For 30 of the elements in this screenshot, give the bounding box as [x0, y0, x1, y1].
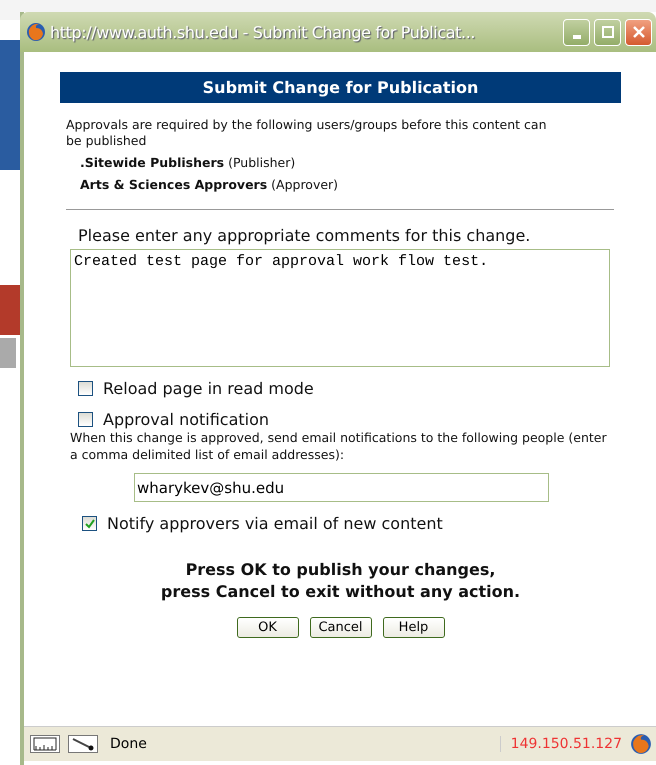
instruction-text: press Cancel to exit without any action.: [160, 581, 522, 603]
checkbox[interactable]: [82, 516, 97, 531]
approver-group: Arts & Sciences Approvers (Approver): [80, 176, 656, 193]
dialog-button[interactable]: Help: [382, 617, 444, 638]
ip-address: 149.150.51.127: [500, 736, 622, 752]
comments-field[interactable]: Created test page for approval work flow test.: [70, 249, 610, 367]
browser-logo-icon: [630, 733, 652, 755]
close-icon: [632, 26, 644, 38]
checkbox-label: Notify approvers via email of new content: [107, 514, 443, 533]
browser-logo-icon: [26, 22, 46, 42]
approver-group: .Sitewide Publishers (Publisher): [80, 154, 656, 171]
close-button[interactable]: [625, 18, 652, 46]
checkbox[interactable]: [78, 412, 93, 427]
checkbox[interactable]: [78, 381, 93, 396]
checkbox-label: Approval notification: [103, 410, 270, 429]
instruction-text: Press OK to publish your changes,: [184, 559, 496, 581]
dialog-header: Submit Change for Publication: [60, 72, 621, 103]
checkbox-label: Reload page in read mode: [103, 379, 314, 398]
ruler-icon[interactable]: [30, 735, 60, 753]
minimize-icon: [572, 35, 580, 39]
notification-note: When this change is approved, send email notifications to the following people (enter a comma delimited list of email addresses):: [70, 429, 608, 463]
dialog-button[interactable]: Cancel: [310, 617, 372, 638]
eyedropper-icon[interactable]: [68, 735, 98, 753]
dialog-button[interactable]: OK: [236, 617, 298, 638]
email-field[interactable]: wharykev@shu.edu: [134, 473, 549, 502]
status-text: Done: [110, 736, 148, 752]
maximize-icon: [602, 26, 614, 38]
approvals-text: Approvals are required by the following users/groups before this content can be published: [66, 117, 548, 149]
comments-label: Please enter any appropriate comments for this change.: [78, 226, 532, 245]
window-title: http://www.auth.shu.edu - Submit Change for Publicat...: [50, 22, 476, 42]
